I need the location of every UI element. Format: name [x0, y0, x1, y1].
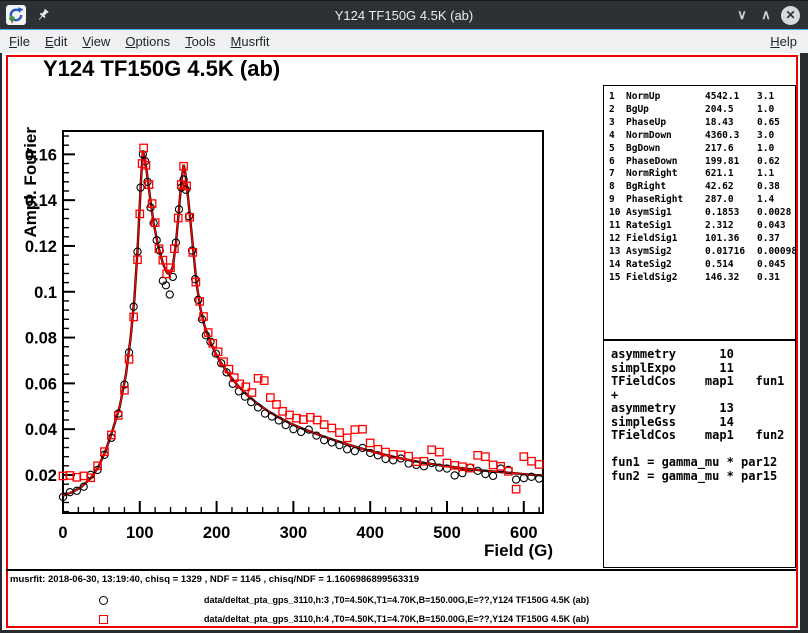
svg-text:500: 500: [433, 524, 461, 542]
param-row: 5BgDown217.61.0: [604, 143, 795, 156]
menu-edit[interactable]: Edit: [45, 34, 67, 49]
theory-line: fun1 = gamma_mu * par12: [604, 456, 795, 470]
application-window: Y124 TF150G 4.5K (ab) ∨ ∧ ✕ File Edit Vi…: [0, 0, 808, 633]
theory-function-box: asymmetry 10simplExpo 11TFieldCos map1 f…: [603, 340, 796, 568]
theory-line: [604, 443, 795, 457]
svg-text:200: 200: [203, 524, 231, 542]
param-row: 6PhaseDown199.810.62: [604, 156, 795, 169]
theory-line: +: [604, 389, 795, 403]
svg-text:100: 100: [126, 524, 154, 542]
svg-text:300: 300: [280, 524, 308, 542]
menu-musrfit[interactable]: Musrfit: [231, 34, 270, 49]
svg-text:0.04: 0.04: [25, 421, 58, 439]
svg-text:400: 400: [356, 524, 384, 542]
fit-parameter-box: 1NormUp4542.13.12BgUp204.51.03PhaseUp18.…: [603, 85, 796, 340]
param-row: 2BgUp204.51.0: [604, 104, 795, 117]
svg-text:0: 0: [58, 524, 67, 542]
svg-text:Field (G): Field (G): [484, 541, 553, 560]
param-row: 4NormDown4360.33.0: [604, 130, 795, 143]
root-canvas: Y124 TF150G 4.5K (ab) 010020030040050060…: [2, 53, 800, 630]
svg-text:600: 600: [510, 524, 538, 542]
svg-text:0.06: 0.06: [25, 375, 57, 393]
legend-circle-marker-icon: [99, 596, 108, 605]
param-row: 3PhaseUp18.430.65: [604, 117, 795, 130]
theory-line: asymmetry 10: [604, 348, 795, 362]
param-row: 7NormRight621.11.1: [604, 168, 795, 181]
param-row: 12FieldSig1101.360.37: [604, 233, 795, 246]
theory-line: TFieldCos map1 fun1: [604, 375, 795, 389]
app-icon: [6, 5, 26, 25]
param-row: 10AsymSig10.18530.0028: [604, 207, 795, 220]
theory-line: simplExpo 11: [604, 362, 795, 376]
legend-entry-h4: data/deltat_pta_gps_3110,h:4 ,T0=4.50K,T…: [204, 614, 589, 624]
legend-entry-h3: data/deltat_pta_gps_3110,h:3 ,T0=4.50K,T…: [204, 595, 589, 605]
menu-tools[interactable]: Tools: [185, 34, 215, 49]
param-row: 15FieldSig2146.320.31: [604, 272, 795, 285]
menubar: File Edit View Options Tools Musrfit Hel…: [0, 30, 808, 53]
maximize-button[interactable]: ∧: [757, 7, 775, 23]
param-row: 11RateSig12.3120.043: [604, 220, 795, 233]
fit-info-line: musrfit: 2018-06-30, 13:19:40, chisq = 1…: [10, 574, 419, 585]
pin-icon[interactable]: [35, 7, 51, 23]
theory-line: TFieldCos map1 fun2: [604, 429, 795, 443]
svg-text:0.02: 0.02: [25, 467, 57, 485]
window-title: Y124 TF150G 4.5K (ab): [0, 8, 808, 23]
menu-file[interactable]: File: [9, 34, 30, 49]
minimize-button[interactable]: ∨: [733, 7, 751, 23]
param-row: 9PhaseRight287.01.4: [604, 194, 795, 207]
menu-view[interactable]: View: [82, 34, 110, 49]
theory-line: simpleGss 14: [604, 416, 795, 430]
param-row: 13AsymSig20.017160.00098: [604, 246, 795, 259]
svg-text:Ampl. Fourier: Ampl. Fourier: [21, 127, 40, 238]
svg-text:0.12: 0.12: [25, 238, 57, 256]
theory-line: fun2 = gamma_mu * par15: [604, 470, 795, 484]
close-button[interactable]: ✕: [781, 6, 800, 25]
titlebar[interactable]: Y124 TF150G 4.5K (ab) ∨ ∧ ✕: [0, 0, 808, 31]
param-row: 8BgRight42.620.38: [604, 181, 795, 194]
menu-options[interactable]: Options: [125, 34, 170, 49]
svg-text:0.1: 0.1: [34, 284, 57, 302]
pad-separator: [6, 569, 796, 571]
param-row: 14RateSig20.5140.045: [604, 259, 795, 272]
theory-line: asymmetry 13: [604, 402, 795, 416]
legend-square-marker-icon: [99, 615, 108, 624]
param-row: 1NormUp4542.13.1: [604, 91, 795, 104]
menu-help[interactable]: Help: [770, 34, 797, 49]
svg-text:0.08: 0.08: [25, 330, 57, 348]
